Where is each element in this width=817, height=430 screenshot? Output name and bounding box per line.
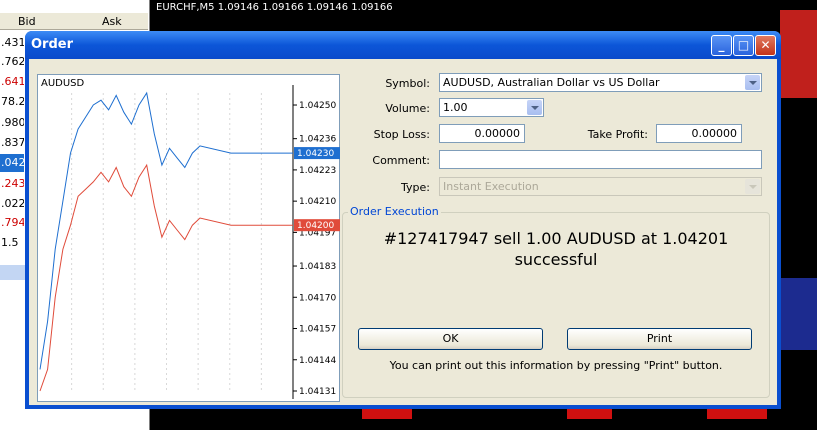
- market-row[interactable]: .022: [0, 195, 24, 213]
- execution-result: #127417947 sell 1.00 AUDUSD at 1.04201 s…: [342, 228, 770, 270]
- order-execution-legend: Order Execution: [348, 205, 441, 218]
- volume-value: 1.00: [443, 101, 468, 114]
- background-chart-histogram-blue: [780, 278, 817, 350]
- print-hint: You can print out this information by pr…: [389, 359, 723, 372]
- ok-button[interactable]: OK: [358, 328, 543, 350]
- ask-price-label: 1.04230: [297, 149, 334, 159]
- market-row-selected[interactable]: .042: [0, 154, 24, 172]
- stop-loss-input[interactable]: 0.00000: [439, 124, 525, 143]
- execution-result-line1: #127417947 sell 1.00 AUDUSD at 1.04201: [383, 229, 729, 248]
- symbol-label: Symbol:: [385, 77, 430, 90]
- y-tick-label: 1.04170: [299, 293, 336, 303]
- y-tick-label: 1.04183: [299, 262, 336, 272]
- execution-result-line2: successful: [514, 250, 598, 269]
- y-tick-label: 1.04157: [299, 325, 336, 335]
- symbol-select[interactable]: AUDUSD, Australian Dollar vs US Dollar: [439, 73, 762, 92]
- take-profit-value: 0.00000: [691, 127, 738, 140]
- maximize-icon: □: [737, 38, 750, 52]
- market-row[interactable]: .431: [0, 34, 24, 52]
- close-button[interactable]: ✕: [755, 35, 776, 56]
- bid-column-header[interactable]: Bid: [18, 15, 36, 28]
- minimize-icon: _: [718, 38, 725, 52]
- print-button[interactable]: Print: [567, 328, 752, 350]
- stop-loss-label: Stop Loss:: [373, 128, 430, 141]
- background-chart-title: EURCHF,M5 1.09146 1.09166 1.09146 1.0916…: [156, 2, 393, 13]
- ask-column-header[interactable]: Ask: [102, 15, 122, 28]
- type-label: Type:: [401, 181, 430, 194]
- comment-input[interactable]: [439, 150, 762, 169]
- dialog-title: Order: [31, 37, 73, 52]
- tick-chart-symbol: AUDUSD: [41, 78, 85, 89]
- tick-chart-svg: 1.042501.042361.042231.042101.041971.041…: [39, 85, 340, 399]
- y-tick-label: 1.04131: [299, 387, 336, 397]
- chevron-down-icon: [745, 179, 760, 194]
- market-row[interactable]: .980: [0, 114, 24, 132]
- y-tick-label: 1.04223: [299, 166, 336, 176]
- take-profit-label: Take Profit:: [587, 128, 648, 141]
- chevron-down-icon[interactable]: [527, 100, 542, 115]
- market-row[interactable]: .641: [0, 73, 24, 91]
- comment-label: Comment:: [372, 154, 430, 167]
- minimize-button[interactable]: _: [711, 35, 732, 56]
- maximize-button[interactable]: □: [733, 35, 754, 56]
- tick-chart: 1.04250 1.04236 1.04223 1.04210 1.04197 1.041…: [37, 74, 340, 402]
- y-tick-label: 1.04210: [299, 197, 336, 207]
- market-row[interactable]: .794: [0, 214, 24, 232]
- y-tick-label: 1.04144: [299, 356, 336, 366]
- market-row[interactable]: .762: [0, 53, 24, 71]
- bid-price-label: 1.04200: [297, 221, 334, 231]
- market-row[interactable]: .243: [0, 175, 24, 193]
- type-value: Instant Execution: [443, 180, 539, 193]
- type-select: Instant Execution: [439, 177, 762, 196]
- market-row[interactable]: 1.5: [0, 234, 24, 252]
- market-row[interactable]: 78.2: [0, 93, 24, 111]
- background-chart-histogram-red: [780, 10, 817, 98]
- close-icon: ✕: [760, 38, 771, 52]
- take-profit-input[interactable]: 0.00000: [656, 124, 742, 143]
- dialog-titlebar[interactable]: Order _ □ ✕: [25, 31, 781, 59]
- volume-label: Volume:: [385, 102, 430, 115]
- chevron-down-icon[interactable]: [745, 75, 760, 90]
- market-row[interactable]: .837: [0, 134, 24, 152]
- market-watch-header: Bid Ask: [0, 13, 148, 30]
- symbol-value: AUDUSD, Australian Dollar vs US Dollar: [443, 76, 660, 89]
- volume-select[interactable]: 1.00: [439, 98, 544, 117]
- stop-loss-value: 0.00000: [474, 127, 521, 140]
